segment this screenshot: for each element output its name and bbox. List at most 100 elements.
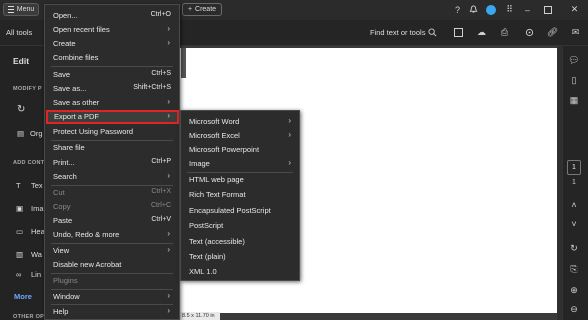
link-icon[interactable]: 🔗︎ [546,26,559,39]
maximize-icon[interactable] [541,3,554,16]
current-page-field[interactable]: 1 [567,160,581,175]
export-word[interactable]: Microsoft Word › [181,115,299,129]
chevron-right-icon: › [288,158,291,167]
thumbnails-icon[interactable]: ▦ [566,93,582,107]
menu-item-open-recent[interactable]: Open recent files › [45,23,179,37]
print-icon[interactable]: ⎙ [498,26,511,39]
add-image-label[interactable]: Ima [31,204,44,213]
minimize-icon[interactable]: – [521,3,534,16]
organize-label[interactable]: Org [30,129,43,138]
chevron-up-icon[interactable]: ˄ [566,198,582,212]
cloud-upload-icon[interactable]: ☁ [475,26,488,39]
create-button-label: Create [195,6,217,13]
menu-button[interactable]: Menu [3,3,39,16]
rotate-icon[interactable]: ↻ [17,104,25,115]
organize-icon: ▤ [17,129,25,138]
menu-item-view[interactable]: View › [45,244,179,258]
menu-item-plugins[interactable]: Plugins [45,274,179,288]
chevron-right-icon: › [167,306,170,315]
edit-heading: Edit [13,56,30,66]
menu-item-save-as-other[interactable]: Save as other › [45,96,179,110]
menu-item-create[interactable]: Create › [45,37,179,51]
bell-icon[interactable] [467,3,480,16]
header-footer-label[interactable]: Hea [31,227,45,236]
chevron-right-icon: › [288,116,291,125]
chevron-right-icon: › [167,245,170,254]
menu-item-help[interactable]: Help › [45,305,179,319]
refresh-icon[interactable]: ↻ [566,241,582,255]
menu-item-open[interactable]: Open... Ctrl+O [45,9,179,23]
avatar[interactable] [486,5,496,15]
total-pages: 1 [572,179,576,186]
export-pdf-submenu: Microsoft Word › Microsoft Excel › Micro… [180,110,300,281]
more-link[interactable]: More [14,292,32,301]
zoom-in-icon[interactable]: ⊕ [566,283,582,297]
add-content-heading: ADD CONT [13,160,45,166]
export-image[interactable]: Image › [181,157,299,171]
menu-item-save[interactable]: Save Ctrl+S [45,68,179,82]
chevron-right-icon: › [167,229,170,238]
chevron-right-icon: › [167,38,170,47]
menu-item-print[interactable]: Print... Ctrl+P [45,156,179,170]
other-options-heading: OTHER OP [13,314,45,320]
export-rtf[interactable]: Rich Text Format [181,188,299,202]
find-text-or-tools[interactable]: Find text or tools [370,28,425,37]
mail-icon[interactable]: ✉ [569,26,582,39]
close-icon[interactable]: ✕ [568,3,581,16]
help-icon[interactable]: ? [451,3,464,16]
export-eps[interactable]: Encapsulated PostScript [181,204,299,218]
bookmark-icon[interactable]: ▯ [566,73,582,87]
create-button[interactable]: + Create [182,3,222,16]
export-postscript[interactable]: PostScript [181,219,299,233]
export-html[interactable]: HTML web page [181,173,299,187]
menu-item-combine[interactable]: Combine files [45,51,179,65]
search-document-icon[interactable] [523,26,536,39]
chevron-right-icon: › [167,111,170,120]
main-menu: Open... Ctrl+O Open recent files › Creat… [44,4,180,320]
watermark-label[interactable]: Wa [31,250,42,259]
export-text-accessible[interactable]: Text (accessible) [181,235,299,249]
plus-icon: + [187,6,193,13]
export-text-plain[interactable]: Text (plain) [181,250,299,264]
add-text-label[interactable]: Tex [31,181,43,190]
menu-item-paste[interactable]: Paste Ctrl+V [45,214,179,228]
zoom-out-icon[interactable]: ⊖ [566,302,582,316]
chevron-right-icon: › [288,130,291,139]
menu-item-share[interactable]: Share file [45,141,179,155]
search-icon[interactable] [426,26,439,39]
comment-icon[interactable]: 💬︎ [566,53,582,67]
watermark-icon: ▥ [16,250,24,259]
link-label[interactable]: Lin [31,270,41,279]
menu-item-copy[interactable]: Copy Ctrl+C [45,200,179,214]
save-icon[interactable] [452,26,465,39]
menu-item-disable-new-acrobat[interactable]: Disable new Acrobat [45,258,179,272]
chevron-right-icon: › [167,97,170,106]
image-icon: ▣ [16,204,24,213]
menu-button-label: Menu [16,6,35,13]
modify-heading: MODIFY P [13,86,42,92]
page-scrollbar[interactable] [181,48,186,78]
menu-item-protect[interactable]: Protect Using Password [45,125,179,139]
menu-item-window[interactable]: Window › [45,290,179,304]
menu-item-export-pdf[interactable]: Export a PDF › [46,110,179,124]
text-icon: T [16,181,21,190]
menu-divider [51,66,173,67]
export-xml[interactable]: XML 1.0 [181,265,299,279]
page-zoom-icon[interactable]: ⎘ [566,262,582,276]
hamburger-icon [7,6,14,13]
header-icon: ▭ [16,227,24,236]
menu-item-save-as[interactable]: Save as... Shift+Ctrl+S [45,82,179,96]
export-powerpoint[interactable]: Microsoft Powerpoint [181,143,299,157]
menu-item-search[interactable]: Search › [45,170,179,184]
export-excel[interactable]: Microsoft Excel › [181,129,299,143]
chevron-right-icon: › [167,171,170,180]
page-size-label: 8.5 x 11.70 in [180,312,220,320]
chevron-right-icon: › [167,24,170,33]
menu-item-undo-redo[interactable]: Undo, Redo & more › [45,228,179,242]
all-tools-tab[interactable]: All tools [6,28,32,37]
apps-grid-icon[interactable]: ⠿ [503,3,516,16]
menu-item-cut[interactable]: Cut Ctrl+X [45,186,179,200]
chevron-right-icon: › [167,291,170,300]
link-icon-left: ∞ [16,270,22,279]
chevron-down-icon[interactable]: ˅ [566,217,582,231]
